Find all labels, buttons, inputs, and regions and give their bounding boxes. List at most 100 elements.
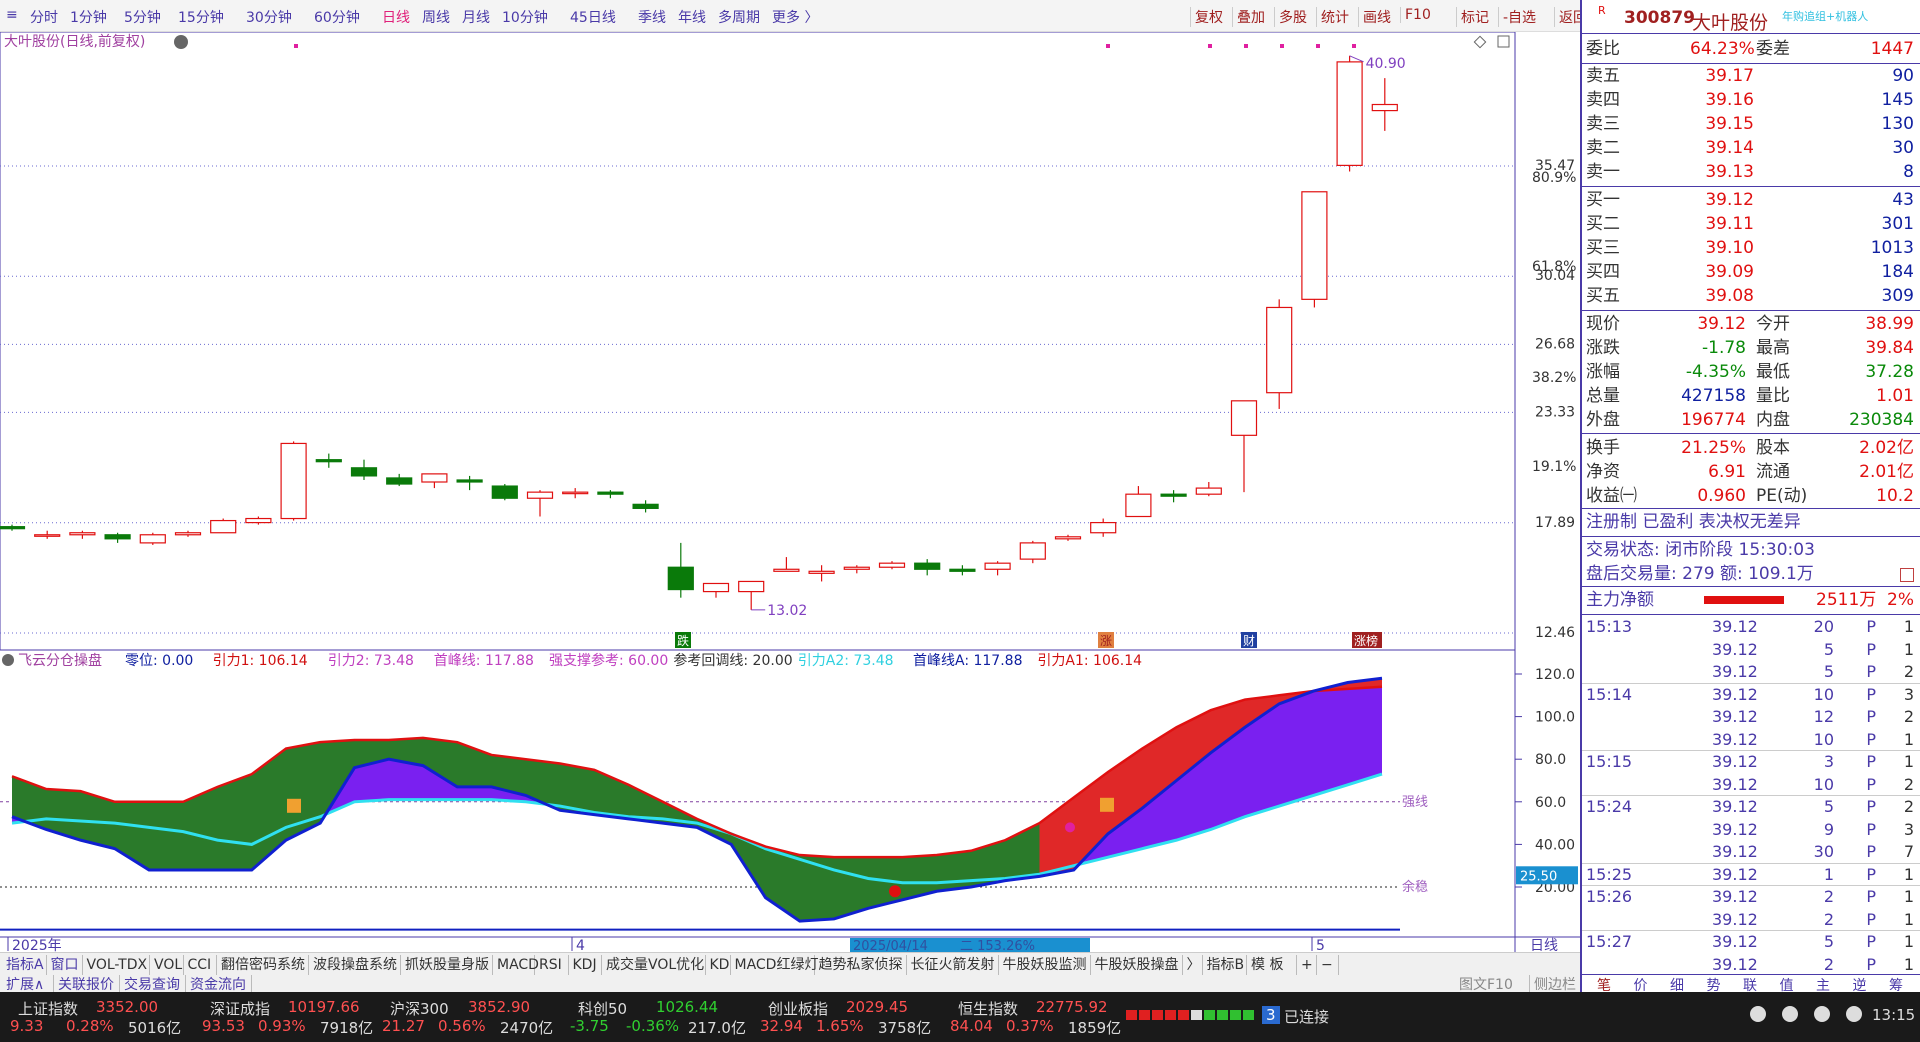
indicator-tab[interactable]: 翻倍密码系统 — [217, 955, 309, 975]
timeframe-tab[interactable]: 日线 — [382, 7, 410, 27]
indicator-tab[interactable]: + — [1297, 955, 1317, 975]
tool-button[interactable]: 标记 — [1456, 7, 1489, 27]
moon-icon[interactable] — [1750, 1006, 1766, 1022]
indicator-tab[interactable]: 指标B — [1203, 955, 1247, 975]
indicator-tab[interactable]: CCI — [184, 955, 217, 975]
chat-icon[interactable] — [1782, 1006, 1798, 1022]
indicator-tab[interactable]: 窗口 — [47, 955, 83, 975]
indicator-tab[interactable]: 波段操盘系统 — [309, 955, 401, 975]
index-name[interactable]: 科创50 — [578, 998, 627, 1019]
indicator-tab[interactable]: KDJ — [569, 955, 602, 975]
tool-button[interactable]: 多股 — [1274, 7, 1307, 27]
orderbook-row[interactable]: 买二 39.11 301 — [1586, 212, 1914, 236]
timeframe-tab[interactable]: 周线 — [422, 7, 450, 27]
timeframe-tab[interactable]: 月线 — [462, 7, 490, 27]
timeframe-tab[interactable]: 15分钟 — [178, 7, 224, 27]
tool-button[interactable]: 画线 — [1358, 7, 1391, 27]
indicator-tab[interactable]: − — [1317, 955, 1339, 975]
divider — [1582, 614, 1920, 615]
orderbook-row[interactable]: 买四 39.09 184 — [1586, 260, 1914, 284]
indicator-tab[interactable]: 〉 — [1183, 955, 1203, 975]
indicator-tab[interactable]: KD — [706, 955, 731, 975]
orderbook-row[interactable]: 卖一 39.13 8 — [1586, 160, 1914, 184]
orderbook-row[interactable]: 卖五 39.17 90 — [1586, 64, 1914, 88]
timeframe-tab[interactable]: 60分钟 — [314, 7, 360, 27]
fib-pct-label: 19.1% — [1532, 459, 1576, 475]
indicator-tab[interactable]: MACD — [493, 955, 539, 975]
indicator-tab[interactable]: 牛股妖股操盘 — [1091, 955, 1183, 975]
indicator-tab[interactable]: 模 板 — [1247, 955, 1297, 975]
signal-icon[interactable] — [1100, 797, 1114, 812]
indicator-tab[interactable]: 牛股妖股监测 — [999, 955, 1091, 975]
tool-button[interactable]: -自选 — [1498, 7, 1536, 27]
tick-row: 39.12 2 P 1 — [1586, 954, 1914, 976]
connection-status[interactable]: 已连接 — [1284, 1006, 1329, 1027]
chevron-down-icon[interactable] — [174, 35, 188, 49]
index-status-bar: 上证指数 3352.00 9.33 0.28% 5016亿 深证成指 10197.66 93.… — [0, 992, 1920, 1042]
tool-button[interactable]: 复权 — [1190, 7, 1223, 27]
candle-body — [1336, 61, 1363, 166]
price-label: 26.68 — [1535, 336, 1575, 352]
index-name[interactable]: 创业板指 — [768, 998, 828, 1019]
orderbook-row[interactable]: 买三 39.10 1013 — [1586, 236, 1914, 260]
orderbook-row[interactable]: 买五 39.08 309 — [1586, 284, 1914, 308]
timeframe-tab[interactable]: 5分钟 — [124, 7, 161, 27]
index-name[interactable]: 恒生指数 — [958, 998, 1018, 1019]
stat-label: PE(动) — [1756, 486, 1808, 506]
indicator-tab[interactable]: VOL — [150, 955, 184, 975]
weibi-value: 64.23% — [1690, 39, 1755, 59]
timeframe-tab[interactable]: 分时 — [30, 7, 58, 27]
indicator-tab[interactable]: 成交量VOL优化 — [602, 955, 706, 975]
menu-icon[interactable]: ≡ — [6, 7, 18, 23]
indicator-menu-icon[interactable] — [2, 654, 14, 666]
tool-button[interactable]: F10 — [1400, 7, 1431, 23]
orderbook-row[interactable]: 卖三 39.15 130 — [1586, 112, 1914, 136]
timeframe-tab[interactable]: 多周期 — [718, 7, 760, 27]
index-name[interactable]: 上证指数 — [18, 998, 78, 1019]
orderbook-row[interactable]: 卖四 39.16 145 — [1586, 88, 1914, 112]
candle-body — [773, 568, 800, 572]
indicator-tab[interactable]: 指标A — [2, 955, 47, 975]
stat-label: 最低 — [1756, 362, 1790, 382]
timeframe-tab[interactable]: 年线 — [678, 7, 706, 27]
tick-time: 15:24 — [1586, 797, 1633, 816]
tick-volume: 9 — [1823, 819, 1834, 839]
index-name[interactable]: 沪深300 — [390, 998, 449, 1019]
level-label: 卖五 — [1586, 66, 1620, 86]
timeframe-tab[interactable]: 45日线 — [570, 7, 616, 27]
weicha-label: 委差 — [1756, 39, 1790, 59]
indicator-tab[interactable]: RSI — [535, 955, 569, 975]
indicator-tab[interactable]: MACD红绿灯 — [731, 955, 818, 975]
kline-chart[interactable]: 大叶股份(日线,前复权)35.4730.0426.6823.3317.8912.… — [0, 31, 1580, 954]
tool-button[interactable]: 叠加 — [1232, 7, 1265, 27]
indicator-tab[interactable]: 长征火箭发射 — [907, 955, 999, 975]
timeframe-tab[interactable]: 季线 — [638, 7, 666, 27]
stock-group[interactable]: 年购追组+机器人 — [1782, 8, 1868, 24]
timeframe-tab[interactable]: 更多 〉 — [772, 7, 818, 27]
star-icon[interactable] — [889, 885, 901, 898]
timeframe-tab[interactable]: 1分钟 — [70, 7, 107, 27]
signal-icon[interactable] — [287, 798, 301, 813]
timeframe-tab[interactable]: 10分钟 — [502, 7, 548, 27]
candle-body — [1266, 306, 1293, 394]
orderbook-row[interactable]: 买一 39.12 43 — [1586, 188, 1914, 212]
index-value: 3852.90 — [468, 998, 531, 1016]
tool-button[interactable]: 统计 — [1316, 7, 1349, 27]
signal-badge-icon[interactable] — [1065, 822, 1075, 833]
tick-volume: 10 — [1813, 684, 1834, 704]
tick-price: 39.12 — [1712, 617, 1758, 636]
stat-label: 现价 — [1586, 314, 1620, 334]
timeframe-tab[interactable]: 30分钟 — [246, 7, 292, 27]
bell-icon[interactable] — [1814, 1006, 1830, 1022]
tick-flag: P — [1866, 662, 1876, 681]
event-marker-text: 涨 — [1100, 633, 1112, 648]
orderbook-row[interactable]: 卖二 39.14 30 — [1586, 136, 1914, 160]
chart-area[interactable]: 大叶股份(日线,前复权) 35.47 30.04 26.68 23.33 17.89 12.… — [0, 31, 1580, 954]
indicator-tab[interactable]: 趋势私家侦探 — [815, 955, 907, 975]
index-name[interactable]: 深证成指 — [210, 998, 270, 1019]
indicator-tab[interactable]: 抓妖股量身版 — [401, 955, 493, 975]
chart-icon[interactable] — [1900, 568, 1914, 582]
user-icon[interactable] — [1846, 1006, 1862, 1022]
level-volume: 43 — [1892, 190, 1914, 210]
indicator-tab[interactable]: VOL-TDX — [83, 955, 150, 975]
